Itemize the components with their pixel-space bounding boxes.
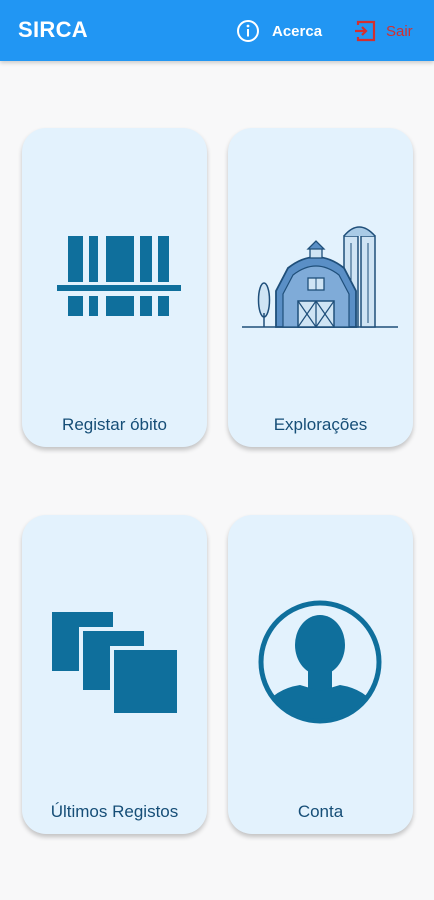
farms-label: Explorações (273, 415, 368, 434)
farm-barn-icon (242, 226, 398, 328)
about-button[interactable]: Acerca (236, 16, 322, 46)
app-title: SIRCA (18, 17, 88, 42)
app-bar: SIRCA Acerca Sair (0, 0, 434, 61)
exit-label: Sair (386, 22, 413, 40)
register-death-card[interactable]: Registar óbito (22, 128, 207, 447)
exit-icon (355, 20, 376, 42)
latest-records-label: Últimos Registos (50, 802, 179, 821)
account-label: Conta (297, 802, 344, 821)
barcode-icon (57, 236, 181, 316)
info-icon (237, 20, 259, 42)
user-account-icon (258, 600, 382, 724)
account-card[interactable]: Conta (228, 515, 413, 834)
register-death-label: Registar óbito (62, 415, 167, 434)
stacked-squares-icon (48, 608, 181, 717)
about-label: Acerca (272, 22, 323, 40)
exit-button[interactable]: Sair (354, 16, 413, 46)
farms-card[interactable]: Explorações (228, 128, 413, 447)
latest-records-card[interactable]: Últimos Registos (22, 515, 207, 834)
